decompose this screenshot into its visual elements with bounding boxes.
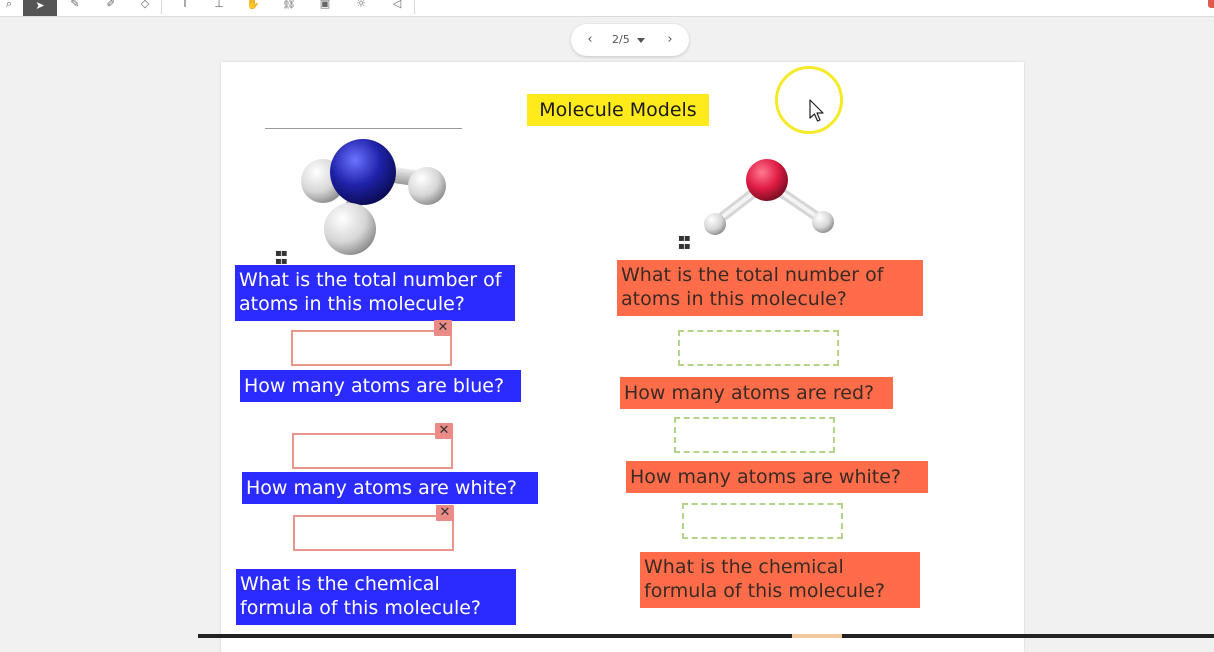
question-white-atoms-left: How many atoms are white? (242, 472, 538, 504)
mouse-pointer-icon (809, 99, 824, 122)
bottom-edge (198, 634, 1214, 638)
question-text: What is the chemical formula of this mol… (644, 556, 886, 602)
worksheet-page: Molecule Models ▪▪ ▪▪ ▪▪ ▪▪ What is the … (221, 62, 1024, 652)
page-navigator: ‹ 2/5 › (571, 24, 689, 56)
close-icon[interactable]: ✕ (435, 423, 453, 439)
question-text: How many atoms are blue? (244, 375, 505, 397)
question-text: What is the chemical formula of this mol… (240, 573, 482, 619)
close-icon[interactable]: ✕ (434, 320, 452, 336)
drop-zone-red-atoms[interactable] (674, 417, 835, 453)
answer-box-blue-atoms[interactable]: ✕ (292, 423, 453, 469)
page-title: Molecule Models (527, 94, 709, 126)
question-text: How many atoms are white? (630, 466, 901, 488)
chevron-down-icon[interactable] (637, 38, 645, 43)
question-total-atoms-left: What is the total number of atoms in thi… (235, 265, 515, 321)
close-icon[interactable]: ✕ (436, 505, 454, 521)
next-page-button[interactable]: › (663, 24, 677, 56)
question-text: What is the total number of atoms in thi… (621, 264, 884, 310)
search-icon[interactable]: ⌕ (0, 0, 18, 14)
select-tool-button[interactable]: ➤ (23, 0, 57, 16)
question-red-atoms: How many atoms are red? (620, 377, 893, 409)
hand-icon[interactable]: ✋ (244, 0, 262, 14)
question-text: What is the total number of atoms in thi… (239, 269, 502, 315)
drag-handle-icon[interactable]: ▪▪ ▪▪ (678, 234, 691, 252)
question-text: How many atoms are red? (624, 382, 875, 404)
drop-zone-total-atoms-right[interactable] (678, 330, 839, 366)
bottom-tab-indicator (792, 634, 842, 638)
link-icon[interactable]: ⛓ (280, 0, 298, 14)
pen-icon[interactable]: ✎ (66, 0, 84, 14)
page-indicator[interactable]: 2/5 (612, 24, 630, 56)
answer-box-white-atoms-left[interactable]: ✕ (293, 505, 454, 551)
text-tool-icon[interactable]: T (176, 0, 194, 14)
marker-icon[interactable]: ✐ (102, 0, 120, 14)
drop-zone-white-atoms-right[interactable] (682, 503, 843, 539)
question-formula-left: What is the chemical formula of this mol… (236, 569, 516, 625)
toolbar-divider (161, 0, 162, 14)
notification-marker (1208, 0, 1214, 8)
question-formula-right: What is the chemical formula of this mol… (640, 552, 920, 608)
water-molecule-image (704, 159, 834, 235)
audio-icon[interactable]: ◁ (388, 0, 406, 14)
lightbulb-icon[interactable]: ☼ (352, 0, 370, 14)
name-line (265, 128, 462, 129)
drag-handle-icon[interactable]: ▪▪ ▪▪ (275, 249, 288, 267)
eraser-icon[interactable]: ◇ (136, 0, 154, 14)
question-blue-atoms: How many atoms are blue? (240, 370, 521, 402)
pin-icon[interactable]: ⊥ (210, 0, 228, 14)
question-total-atoms-right: What is the total number of atoms in thi… (617, 260, 923, 316)
question-white-atoms-right: How many atoms are white? (626, 461, 928, 493)
annotation-toolbar: ⌕ ➤ ✎ ✐ ◇ T ⊥ ✋ ⛓ ▣ ☼ ◁ (0, 0, 1214, 17)
question-text: How many atoms are white? (246, 477, 517, 499)
ammonia-molecule-image (301, 139, 446, 255)
previous-page-button[interactable]: ‹ (583, 24, 597, 56)
image-icon[interactable]: ▣ (316, 0, 334, 14)
answer-box-total-atoms-left[interactable]: ✕ (291, 320, 452, 366)
toolbar-divider (414, 0, 415, 14)
